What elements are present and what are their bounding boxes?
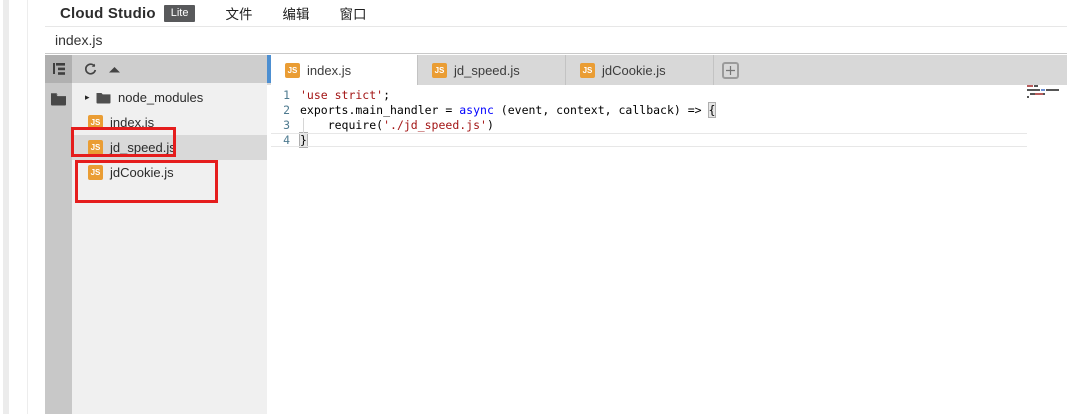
activity-folder-button[interactable] [45, 83, 72, 115]
minimap-row [1027, 96, 1063, 98]
current-line-border-top [271, 133, 1027, 134]
tree-item-label: index.js [110, 115, 154, 130]
code-line-3: 3 require('./jd_speed.js') [267, 118, 1067, 133]
tab-label: index.js [307, 63, 351, 78]
page-left-divider [27, 0, 28, 414]
minimap-row [1027, 85, 1063, 87]
code-line-1: 1'use strict'; [267, 88, 1067, 103]
activity-explorer-button[interactable] [45, 55, 72, 83]
menu-items: 文件 编辑 窗口 [195, 3, 366, 24]
menu-item-2[interactable]: 窗口 [339, 7, 366, 22]
line-number: 1 [267, 88, 300, 103]
tree-item-label: jd_speed.js [110, 140, 176, 155]
editor-column: JS index.js JS jd_speed.js JS jdCookie.js 1'u… [267, 55, 1067, 414]
tab-label: jd_speed.js [454, 63, 520, 78]
plus-icon [726, 66, 735, 75]
text-cursor [307, 133, 309, 146]
code-text: 'use strict'; [300, 88, 390, 103]
tree-item-index-js[interactable]: JS index.js [72, 110, 267, 135]
explorer-toolbar [72, 55, 267, 83]
tab-index-js[interactable]: JS index.js [271, 55, 417, 85]
minimap-row [1027, 93, 1063, 95]
editor-tab-bar: JS index.js JS jd_speed.js JS jdCookie.js [267, 55, 1067, 85]
explorer-tree-icon [51, 61, 67, 77]
menu-item-0[interactable]: 文件 [225, 7, 252, 22]
tab-jd-speed-js[interactable]: JS jd_speed.js [417, 55, 565, 85]
minimap[interactable] [1027, 85, 1063, 100]
line-number: 2 [267, 103, 300, 118]
js-file-icon: JS [88, 140, 103, 155]
tree-item-label: jdCookie.js [110, 165, 174, 180]
lite-badge: Lite [164, 5, 196, 22]
code-editor[interactable]: 1'use strict';2exports.main_handler = as… [267, 85, 1067, 414]
breadcrumb: index.js [55, 32, 102, 48]
sidebar-resize-sash[interactable] [267, 55, 271, 83]
js-file-icon: JS [285, 63, 300, 78]
collapse-all-button[interactable] [108, 65, 121, 74]
activity-bar [45, 55, 72, 414]
tree-item-jd-speed-js[interactable]: JS jd_speed.js [72, 135, 267, 160]
tab-label: jdCookie.js [602, 63, 666, 78]
file-tree: ▸ node_modules JS index.js JS jd_speed.js JS jd… [72, 83, 267, 414]
tree-item-node-modules[interactable]: ▸ node_modules [72, 85, 267, 110]
code-line-2: 2exports.main_handler = async (event, co… [267, 103, 1067, 118]
app-title: Cloud Studio [60, 5, 156, 22]
app-frame: Cloud Studio Lite 文件 编辑 窗口 index.js [45, 0, 1067, 414]
current-line-border-bottom [271, 146, 1027, 147]
tree-item-label: node_modules [118, 90, 203, 105]
breadcrumb-bar: index.js [45, 27, 1067, 54]
minimap-row [1027, 89, 1063, 91]
js-file-icon: JS [432, 63, 447, 78]
cloud-studio-window: Cloud Studio Lite 文件 编辑 窗口 index.js [0, 0, 1067, 414]
code-text: exports.main_handler = async (event, con… [300, 103, 715, 118]
new-tab-cell [713, 55, 747, 85]
explorer-sidebar: ▸ node_modules JS index.js JS jd_speed.js JS jd… [72, 55, 267, 414]
refresh-button[interactable] [84, 63, 97, 76]
folder-icon [50, 92, 67, 106]
tab-jdcookie-js[interactable]: JS jdCookie.js [565, 55, 713, 85]
collapse-up-icon [108, 65, 121, 74]
folder-icon [96, 92, 111, 104]
js-file-icon: JS [88, 115, 103, 130]
js-file-icon: JS [88, 165, 103, 180]
top-menu-bar: Cloud Studio Lite 文件 编辑 窗口 [45, 0, 1067, 27]
chevron-right-icon: ▸ [85, 92, 95, 103]
js-file-icon: JS [580, 63, 595, 78]
indent-guide [303, 118, 304, 133]
code-lines: 1'use strict';2exports.main_handler = as… [267, 88, 1067, 148]
page-left-strip [3, 0, 9, 414]
code-text: require('./jd_speed.js') [300, 118, 494, 133]
line-number: 3 [267, 118, 300, 133]
refresh-icon [84, 63, 97, 76]
tree-item-jdcookie-js[interactable]: JS jdCookie.js [72, 160, 267, 185]
new-tab-button[interactable] [722, 62, 739, 79]
main-area: ▸ node_modules JS index.js JS jd_speed.js JS jd… [45, 55, 1067, 414]
menu-item-1[interactable]: 编辑 [282, 7, 309, 22]
